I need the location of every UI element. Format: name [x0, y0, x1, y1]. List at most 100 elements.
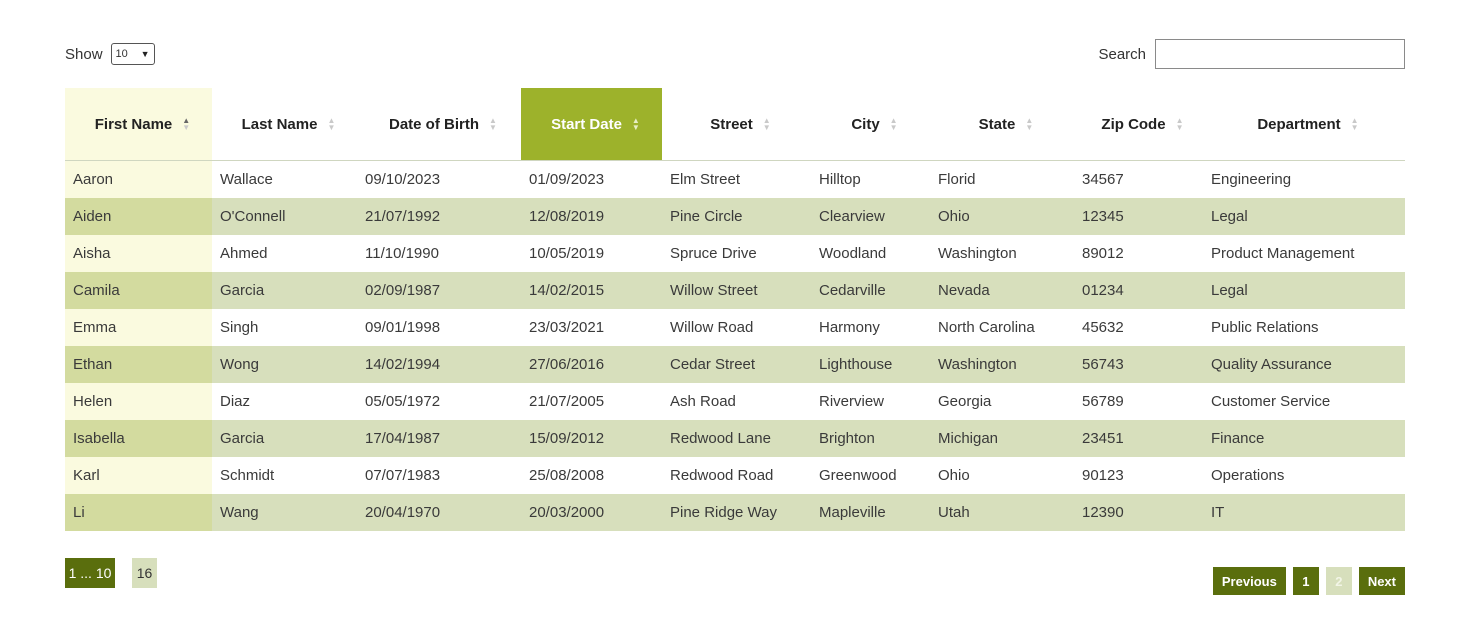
table-cell: 12345 [1074, 198, 1203, 235]
table-cell: Elm Street [662, 160, 811, 198]
table-row[interactable]: Isabella Garcia 17/04/1987 15/09/2012 Redwoo… [65, 420, 1405, 457]
table-cell: Woodland [811, 235, 930, 272]
group-pagination: 1 ... 10 16 [65, 558, 157, 588]
table-cell: Diaz [212, 383, 357, 420]
page-group-button[interactable]: 1 ... 10 [65, 558, 115, 588]
table-cell: Wong [212, 346, 357, 383]
employees-table: First Name ▲ ▼ Last Name ▲ ▼ Date of Birth ▲ ▼ St… [65, 88, 1405, 531]
table-cell: Quality Assurance [1203, 346, 1405, 383]
sort-icon: ▲ ▼ [327, 116, 336, 132]
table-row[interactable]: Camila Garcia 02/09/1987 14/02/2015 Willow S… [65, 272, 1405, 309]
table-cell: North Carolina [930, 309, 1074, 346]
table-cell: Cedar Street [662, 346, 811, 383]
table-row[interactable]: Aaron Wallace 09/10/2023 01/09/2023 Elm Stre… [65, 160, 1405, 198]
table-cell: Public Relations [1203, 309, 1405, 346]
column-header-label: Department [1257, 115, 1341, 133]
column-header-label: City [851, 115, 880, 133]
column-header-city[interactable]: City ▲ ▼ [811, 88, 930, 161]
table-cell: 34567 [1074, 160, 1203, 198]
chevron-down-icon: ▼ [140, 49, 150, 59]
column-header-state[interactable]: State ▲ ▼ [930, 88, 1074, 161]
table-cell: 25/08/2008 [521, 457, 662, 494]
sort-icon: ▲ ▼ [762, 116, 771, 132]
table-cell: Operations [1203, 457, 1405, 494]
table-cell: Spruce Drive [662, 235, 811, 272]
table-cell: Wang [212, 494, 357, 531]
length-control: Show 10 ▼ [65, 43, 155, 65]
sort-icon: ▲ ▼ [1175, 116, 1184, 132]
sort-icon: ▲ ▼ [182, 116, 191, 132]
column-header-label: Street [710, 115, 753, 133]
table-cell: Product Management [1203, 235, 1405, 272]
column-header-date-of-birth[interactable]: Date of Birth ▲ ▼ [357, 88, 521, 161]
page-number-button[interactable]: 2 [1325, 567, 1352, 595]
search-control: Search [1098, 39, 1405, 69]
table-cell: Ahmed [212, 235, 357, 272]
column-header-last-name[interactable]: Last Name ▲ ▼ [212, 88, 357, 161]
column-header-department[interactable]: Department ▲ ▼ [1203, 88, 1405, 161]
table-cell: Nevada [930, 272, 1074, 309]
table-row[interactable]: Aisha Ahmed 11/10/1990 10/05/2019 Spruce Dri… [65, 235, 1405, 272]
sort-icon: ▲ ▼ [889, 116, 898, 132]
table-cell: 56743 [1074, 346, 1203, 383]
table-cell: Wallace [212, 160, 357, 198]
table-cell: Garcia [212, 420, 357, 457]
table-row[interactable]: Karl Schmidt 07/07/1983 25/08/2008 Redwood R… [65, 457, 1405, 494]
column-header-label: First Name [94, 115, 173, 133]
table-row[interactable]: Li Wang 20/04/1970 20/03/2000 Pine Ridge Way… [65, 494, 1405, 531]
table-cell: 10/05/2019 [521, 235, 662, 272]
table-cell: 09/01/1998 [357, 309, 521, 346]
table-cell: Ohio [930, 457, 1074, 494]
search-label: Search [1098, 45, 1146, 63]
table-row[interactable]: Aiden O'Connell 21/07/1992 12/08/2019 Pine C… [65, 198, 1405, 235]
table-cell: Isabella [65, 420, 212, 457]
table-cell: Aisha [65, 235, 212, 272]
page-group-button[interactable]: 16 [132, 558, 157, 588]
table-cell: Legal [1203, 198, 1405, 235]
entries-per-page-select[interactable]: 10 ▼ [110, 43, 155, 65]
table-cell: 02/09/1987 [357, 272, 521, 309]
table-cell: 14/02/1994 [357, 346, 521, 383]
table-cell: 01/09/2023 [521, 160, 662, 198]
column-header-label: Start Date [551, 115, 622, 133]
table-cell: Washington [930, 235, 1074, 272]
table-cell: 23/03/2021 [521, 309, 662, 346]
page-number-button[interactable]: 1 [1292, 567, 1319, 595]
column-header-first-name[interactable]: First Name ▲ ▼ [65, 88, 212, 161]
table-cell: Redwood Road [662, 457, 811, 494]
table-row[interactable]: Ethan Wong 14/02/1994 27/06/2016 Cedar Stree… [65, 346, 1405, 383]
table-cell: Utah [930, 494, 1074, 531]
table-cell: Pine Circle [662, 198, 811, 235]
table-cell: O'Connell [212, 198, 357, 235]
table-cell: Cedarville [811, 272, 930, 309]
entries-per-page-value: 10 [115, 48, 128, 60]
table-cell: Riverview [811, 383, 930, 420]
table-cell: 12/08/2019 [521, 198, 662, 235]
column-header-street[interactable]: Street ▲ ▼ [662, 88, 811, 161]
table-cell: Ethan [65, 346, 212, 383]
table-header-row: First Name ▲ ▼ Last Name ▲ ▼ Date of Birth ▲ ▼ St… [65, 88, 1405, 161]
table-cell: IT [1203, 494, 1405, 531]
table-cell: Engineering [1203, 160, 1405, 198]
table-cell: Schmidt [212, 457, 357, 494]
table-cell: 23451 [1074, 420, 1203, 457]
table-cell: Legal [1203, 272, 1405, 309]
show-label: Show [65, 45, 103, 63]
table-cell: Karl [65, 457, 212, 494]
search-input[interactable] [1155, 39, 1405, 69]
table-row[interactable]: Emma Singh 09/01/1998 23/03/2021 Willow Road… [65, 309, 1405, 346]
page-numbers: 12 [1292, 567, 1352, 595]
column-header-start-date[interactable]: Start Date ▲ ▼ [521, 88, 662, 161]
table-cell: Finance [1203, 420, 1405, 457]
table-cell: Michigan [930, 420, 1074, 457]
previous-button[interactable]: Previous [1212, 567, 1286, 595]
table-row[interactable]: Helen Diaz 05/05/1972 21/07/2005 Ash Road Riv… [65, 383, 1405, 420]
next-button[interactable]: Next [1358, 567, 1405, 595]
sort-icon: ▲ ▼ [489, 116, 497, 132]
pagination: Previous 12 Next [1212, 567, 1405, 595]
table-cell: Clearview [811, 198, 930, 235]
table-cell: 20/04/1970 [357, 494, 521, 531]
column-header-zip-code[interactable]: Zip Code ▲ ▼ [1074, 88, 1203, 161]
table-cell: Washington [930, 346, 1074, 383]
table-cell: 14/02/2015 [521, 272, 662, 309]
